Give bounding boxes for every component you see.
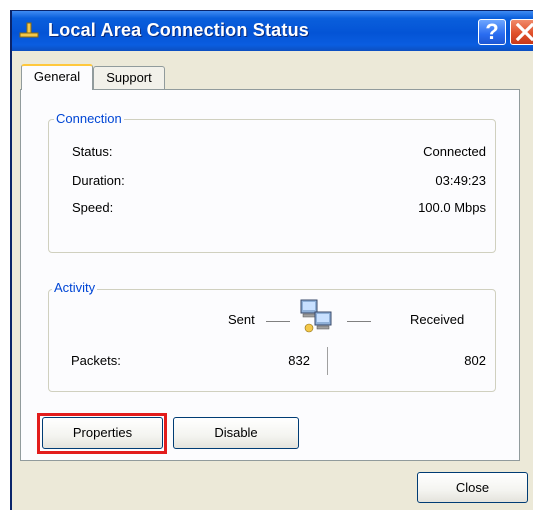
- duration-value: 03:49:23: [435, 173, 486, 188]
- received-label: Received: [410, 312, 465, 327]
- title-bar[interactable]: Local Area Connection Status ?: [12, 11, 533, 51]
- sent-line: [266, 321, 290, 322]
- speed-label: Speed:: [72, 200, 114, 215]
- packets-received-value: 802: [464, 353, 486, 368]
- status-value: Connected: [423, 144, 486, 159]
- question-mark-icon: ?: [485, 19, 499, 44]
- title-close-button[interactable]: [510, 19, 533, 45]
- speed-value: 100.0 Mbps: [418, 200, 486, 215]
- activity-group: [48, 289, 496, 392]
- tab-support[interactable]: Support: [93, 66, 165, 90]
- window-title: Local Area Connection Status: [48, 20, 309, 40]
- tab-general[interactable]: General: [21, 64, 93, 90]
- packets-divider: [327, 347, 328, 375]
- disable-button[interactable]: Disable: [173, 417, 299, 449]
- network-connection-icon: [18, 21, 40, 41]
- sent-label: Sent: [228, 312, 255, 327]
- duration-label: Duration:: [72, 173, 125, 188]
- activity-group-label: Activity: [52, 280, 98, 295]
- help-button[interactable]: ?: [478, 19, 506, 45]
- received-line: [347, 321, 371, 322]
- packets-label: Packets:: [71, 353, 121, 368]
- close-icon: [515, 23, 533, 41]
- connection-group-label: Connection: [54, 111, 124, 126]
- packets-sent-value: 832: [288, 353, 310, 368]
- network-computers-icon: [297, 296, 337, 341]
- status-label: Status:: [72, 144, 113, 159]
- general-tab-panel: Connection Status: Connected Duration: 0…: [20, 89, 520, 461]
- close-button[interactable]: Close: [417, 472, 528, 503]
- properties-highlight: [37, 413, 167, 454]
